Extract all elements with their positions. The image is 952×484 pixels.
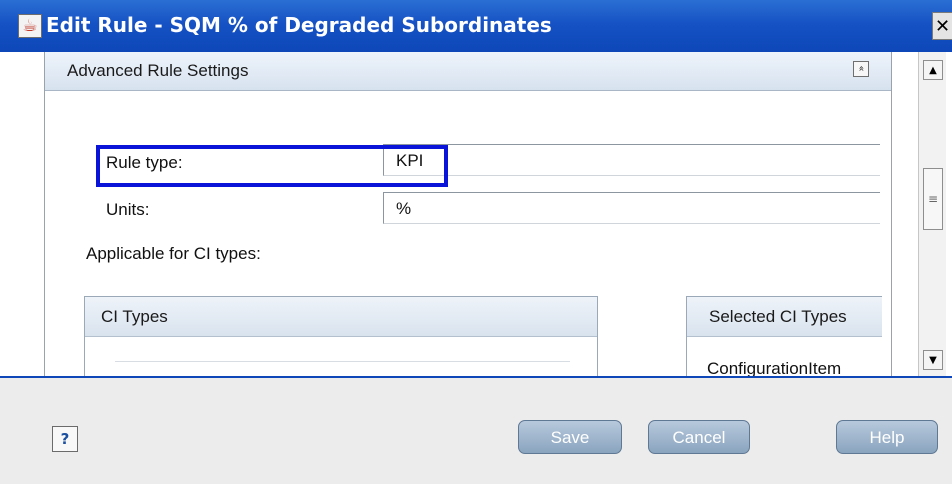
ci-types-panel[interactable]: CI Types bbox=[84, 296, 598, 376]
tree-divider bbox=[115, 361, 570, 362]
vertical-scrollbar[interactable]: ▲ ≡ ▼ bbox=[918, 52, 946, 376]
close-button[interactable]: ✕ bbox=[932, 12, 952, 40]
units-field[interactable]: % bbox=[383, 192, 880, 224]
title-bar[interactable]: ☕ Edit Rule - SQM % of Degraded Subordin… bbox=[0, 0, 952, 52]
save-button[interactable]: Save bbox=[518, 420, 622, 454]
scroll-up-button[interactable]: ▲ bbox=[923, 60, 943, 80]
applicable-ci-types-label: Applicable for CI types: bbox=[86, 244, 261, 263]
arrow-down-icon: ▼ bbox=[929, 354, 937, 366]
window-title: Edit Rule - SQM % of Degraded Subordinat… bbox=[46, 13, 552, 37]
dialog-footer: ? Save Cancel Help bbox=[0, 376, 952, 484]
selected-ci-types-header: Selected CI Types bbox=[687, 297, 882, 337]
ci-types-header: CI Types bbox=[85, 297, 597, 337]
cancel-button[interactable]: Cancel bbox=[648, 420, 750, 454]
scroll-down-button[interactable]: ▼ bbox=[923, 350, 943, 370]
rule-type-label: Rule type: bbox=[106, 153, 183, 172]
java-app-icon: ☕ bbox=[18, 14, 42, 38]
units-label: Units: bbox=[106, 200, 150, 219]
grip-icon: ≡ bbox=[927, 192, 939, 206]
selected-ci-types-panel[interactable]: Selected CI Types ConfigurationItem bbox=[686, 296, 882, 376]
section-header: Advanced Rule Settings « bbox=[45, 52, 891, 91]
scroll-thumb[interactable]: ≡ bbox=[923, 168, 943, 230]
context-help-button[interactable]: ? bbox=[52, 426, 78, 452]
rule-type-field[interactable]: KPI bbox=[383, 144, 880, 176]
arrow-up-icon: ▲ bbox=[929, 64, 937, 76]
list-item[interactable]: ConfigurationItem bbox=[707, 359, 841, 376]
help-button[interactable]: Help bbox=[836, 420, 938, 454]
help-icon: ? bbox=[60, 430, 70, 448]
collapse-section-button[interactable]: « bbox=[853, 61, 869, 77]
double-chevron-up-icon: « bbox=[855, 65, 867, 72]
close-icon: ✕ bbox=[934, 15, 951, 37]
section-title: Advanced Rule Settings bbox=[67, 61, 249, 80]
dialog-content: Advanced Rule Settings « Rule type: KPI … bbox=[0, 52, 952, 376]
